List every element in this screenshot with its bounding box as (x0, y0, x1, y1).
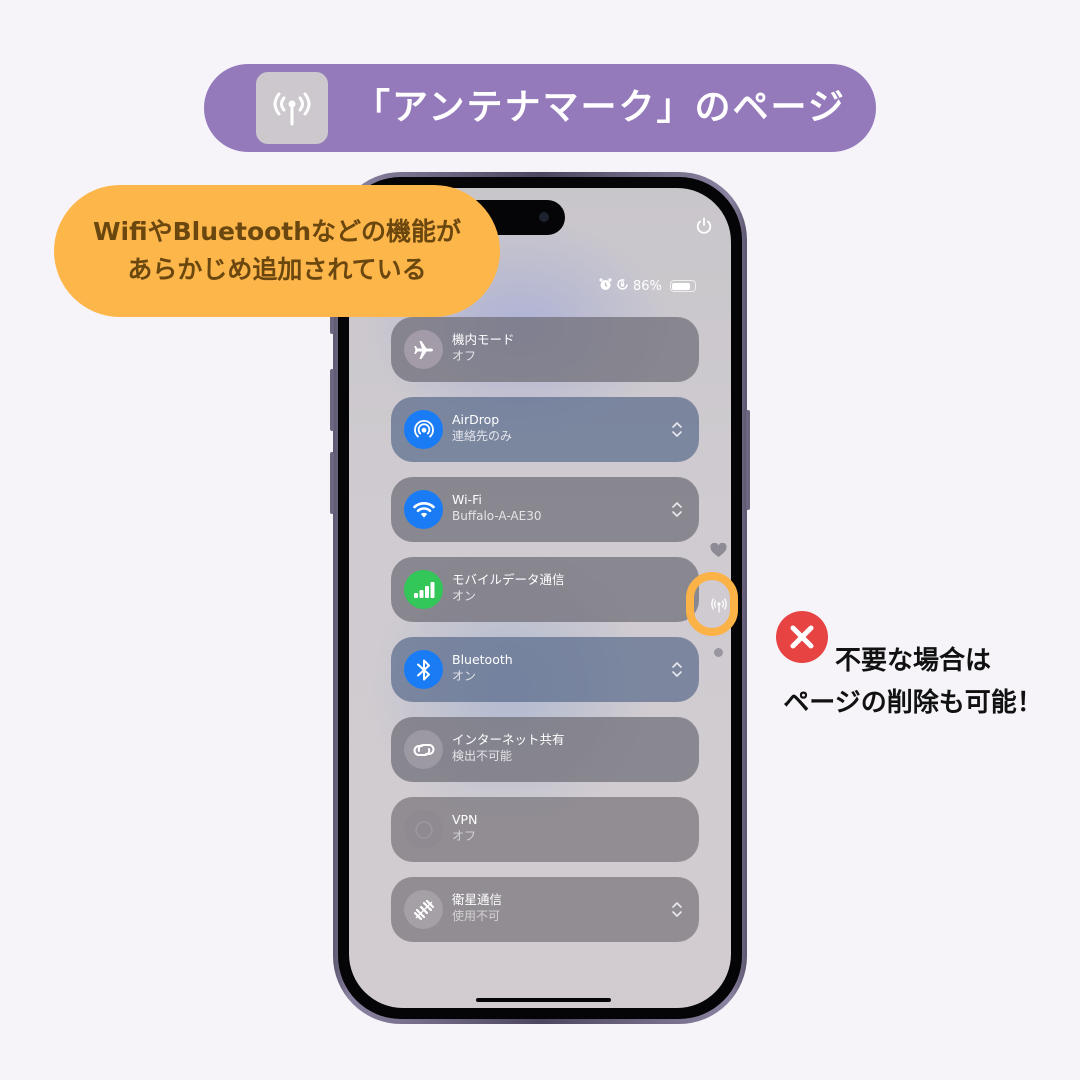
control-status: オフ (452, 349, 477, 363)
control-title: Bluetooth (452, 652, 513, 667)
antenna-icon (256, 72, 328, 144)
dot-icon[interactable] (714, 648, 723, 657)
personal-hotspot-toggle[interactable]: インターネット共有 検出不可能 (391, 717, 699, 782)
note-line-1: 不要な場合は (834, 646, 991, 676)
control-title: インターネット共有 (452, 732, 565, 747)
callout-line-1: WifiやBluetoothなどの機能が (92, 217, 462, 246)
wifi-toggle[interactable]: Wi-Fi Buffalo-A-AE30 (391, 477, 699, 542)
control-status: オン (452, 589, 477, 603)
title-banner: 「アンテナマーク」のページ (204, 64, 876, 152)
control-list: 機内モード オフ AirDrop 連絡先のみ Wi-Fi Buffalo-A-A… (391, 317, 699, 957)
control-title: AirDrop (452, 412, 500, 427)
delete-page-note: 不要な場合は ページの削除も可能！ (748, 640, 1078, 724)
control-status: オフ (452, 829, 477, 843)
rotation-lock-icon (616, 278, 629, 295)
control-status: 使用不可 (452, 909, 501, 923)
control-title: 機内モード (452, 332, 515, 347)
vpn-toggle[interactable]: VPN オフ (391, 797, 699, 862)
control-status: Buffalo-A-AE30 (452, 509, 542, 523)
satellite-icon (404, 890, 443, 929)
chevron-up-down-icon[interactable] (671, 660, 683, 679)
volume-down-button (330, 452, 334, 514)
battery-level (672, 282, 691, 290)
battery-icon (669, 280, 696, 292)
control-status: オン (452, 669, 477, 683)
cellular-icon (404, 570, 443, 609)
camera (539, 212, 549, 222)
control-title: VPN (452, 812, 478, 827)
note-line-2: ページの削除も可能！ (783, 688, 1043, 718)
hotspot-icon (404, 730, 443, 769)
page-title: 「アンテナマーク」のページ (354, 87, 846, 128)
volume-up-button (330, 369, 334, 431)
airdrop-toggle[interactable]: AirDrop 連絡先のみ (391, 397, 699, 462)
airdrop-icon (404, 410, 443, 449)
control-title: モバイルデータ通信 (452, 572, 565, 587)
airplane-mode-toggle[interactable]: 機内モード オフ (391, 317, 699, 382)
chevron-up-down-icon[interactable] (671, 420, 683, 439)
chevron-up-down-icon[interactable] (671, 500, 683, 519)
callout-line-2: あらかじめ追加されている (127, 255, 427, 284)
control-status: 連絡先のみ (452, 429, 513, 443)
power-icon[interactable] (694, 216, 714, 236)
home-indicator[interactable] (476, 998, 611, 1002)
airplane-icon (404, 330, 443, 369)
control-status: 検出不可能 (452, 749, 513, 763)
status-bar: 86% (599, 277, 696, 295)
heart-icon[interactable] (710, 542, 727, 562)
battery-percent: 86% (633, 278, 662, 294)
wifi-icon (404, 490, 443, 529)
side-button (746, 410, 750, 510)
alarm-icon (599, 277, 612, 295)
bluetooth-toggle[interactable]: Bluetooth オン (391, 637, 699, 702)
satellite-toggle[interactable]: 衛星通信 使用不可 (391, 877, 699, 942)
bluetooth-icon (404, 650, 443, 689)
control-title: Wi-Fi (452, 492, 482, 507)
vpn-icon (404, 810, 443, 849)
highlight-ring (686, 572, 738, 636)
callout-bubble: WifiやBluetoothなどの機能が あらかじめ追加されている (54, 185, 500, 317)
control-title: 衛星通信 (452, 892, 503, 907)
cellular-data-toggle[interactable]: モバイルデータ通信 オン (391, 557, 699, 622)
chevron-up-down-icon[interactable] (671, 900, 683, 919)
